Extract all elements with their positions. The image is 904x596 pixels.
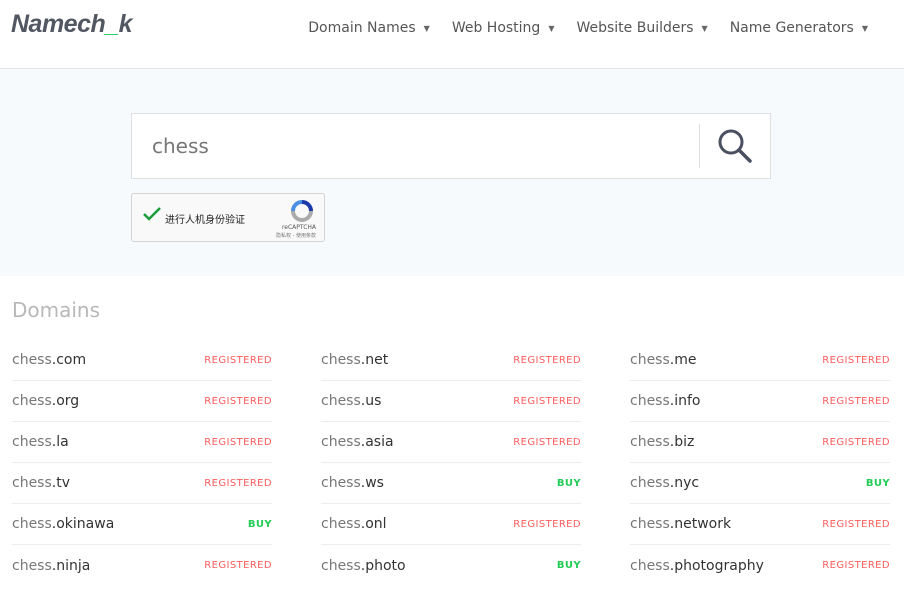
nav-domain-names[interactable]: Domain Names ▼ (308, 20, 430, 36)
status-badge: REGISTERED (513, 436, 581, 448)
domain-name[interactable]: chess.info (630, 393, 701, 409)
status-badge: REGISTERED (822, 395, 890, 407)
domain-name[interactable]: chess.org (12, 393, 79, 409)
status-badge: REGISTERED (204, 477, 272, 489)
status-badge: REGISTERED (822, 518, 890, 530)
domain-results: chess.com REGISTERED chess.org REGISTERED ch… (12, 340, 890, 586)
domain-row[interactable]: chess.me REGISTERED (630, 340, 890, 381)
domain-column: chess.com REGISTERED chess.org REGISTERED ch… (12, 340, 272, 586)
domain-name[interactable]: chess.tv (12, 475, 70, 491)
domain-name[interactable]: chess.asia (321, 434, 394, 450)
domain-column: chess.me REGISTERED chess.info REGISTERED ch… (630, 340, 890, 586)
domain-row[interactable]: chess.onl REGISTERED (321, 504, 581, 545)
domain-row[interactable]: chess.asia REGISTERED (321, 422, 581, 463)
header: Namech_k Domain Names ▼ Web Hosting ▼ Webs… (0, 0, 904, 69)
domain-row[interactable]: chess.biz REGISTERED (630, 422, 890, 463)
recaptcha-logo-icon (291, 200, 313, 222)
domain-row[interactable]: chess.photography REGISTERED (630, 545, 890, 586)
domain-row[interactable]: chess.us REGISTERED (321, 381, 581, 422)
domain-name[interactable]: chess.onl (321, 516, 387, 532)
domain-name[interactable]: chess.ninja (12, 558, 90, 574)
status-badge: REGISTERED (204, 436, 272, 448)
caret-down-icon: ▼ (423, 23, 430, 33)
domains-title: Domains (12, 298, 101, 322)
domain-row[interactable]: chess.ws BUY (321, 463, 581, 504)
search-section: 进行人机身份验证 reCAPTCHA 隐私权 - 使用条款 (0, 69, 904, 276)
status-badge: REGISTERED (822, 436, 890, 448)
domain-name[interactable]: chess.photo (321, 558, 406, 574)
search-box (131, 113, 771, 179)
status-badge: REGISTERED (204, 395, 272, 407)
domain-name[interactable]: chess.net (321, 352, 388, 368)
status-badge: REGISTERED (204, 560, 272, 571)
recaptcha-widget[interactable]: 进行人机身份验证 reCAPTCHA 隐私权 - 使用条款 (131, 193, 325, 242)
domain-row[interactable]: chess.info REGISTERED (630, 381, 890, 422)
nav-name-generators[interactable]: Name Generators ▼ (730, 20, 868, 36)
domain-row[interactable]: chess.nyc BUY (630, 463, 890, 504)
logo[interactable]: Namech_k (11, 10, 133, 39)
status-badge: REGISTERED (822, 354, 890, 366)
buy-button[interactable]: BUY (557, 478, 581, 489)
nav-web-hosting[interactable]: Web Hosting ▼ (452, 20, 555, 36)
domain-name[interactable]: chess.us (321, 393, 381, 409)
domain-row[interactable]: chess.com REGISTERED (12, 340, 272, 381)
domain-row[interactable]: chess.net REGISTERED (321, 340, 581, 381)
domain-row[interactable]: chess.photo BUY (321, 545, 581, 586)
buy-button[interactable]: BUY (557, 560, 581, 571)
domain-row[interactable]: chess.org REGISTERED (12, 381, 272, 422)
domain-name[interactable]: chess.com (12, 352, 86, 368)
buy-button[interactable]: BUY (866, 478, 890, 489)
domain-name[interactable]: chess.network (630, 516, 731, 532)
domain-name[interactable]: chess.la (12, 434, 69, 450)
buy-button[interactable]: BUY (248, 519, 272, 530)
caret-down-icon: ▼ (861, 23, 868, 33)
search-button[interactable] (700, 114, 770, 178)
domain-column: chess.net REGISTERED chess.us REGISTERED che… (321, 340, 581, 586)
status-badge: REGISTERED (513, 354, 581, 366)
main-nav: Domain Names ▼ Web Hosting ▼ Website Build… (308, 20, 868, 36)
domain-name[interactable]: chess.biz (630, 434, 694, 450)
nav-website-builders[interactable]: Website Builders ▼ (576, 20, 707, 36)
domain-name[interactable]: chess.okinawa (12, 516, 114, 532)
status-badge: REGISTERED (822, 560, 890, 571)
domain-name[interactable]: chess.ws (321, 475, 384, 491)
domain-row[interactable]: chess.network REGISTERED (630, 504, 890, 545)
caret-down-icon: ▼ (548, 23, 555, 33)
domain-name[interactable]: chess.me (630, 352, 696, 368)
domain-name[interactable]: chess.nyc (630, 475, 699, 491)
status-badge: REGISTERED (204, 354, 272, 366)
search-input[interactable] (132, 114, 699, 178)
domain-row[interactable]: chess.okinawa BUY (12, 504, 272, 545)
domain-row[interactable]: chess.tv REGISTERED (12, 463, 272, 504)
status-badge: REGISTERED (513, 518, 581, 530)
search-icon (718, 129, 752, 163)
domain-row[interactable]: chess.la REGISTERED (12, 422, 272, 463)
status-badge: REGISTERED (513, 395, 581, 407)
caret-down-icon: ▼ (701, 23, 708, 33)
domain-name[interactable]: chess.photography (630, 558, 764, 574)
checkmark-icon (143, 207, 161, 221)
domain-row[interactable]: chess.ninja REGISTERED (12, 545, 272, 586)
